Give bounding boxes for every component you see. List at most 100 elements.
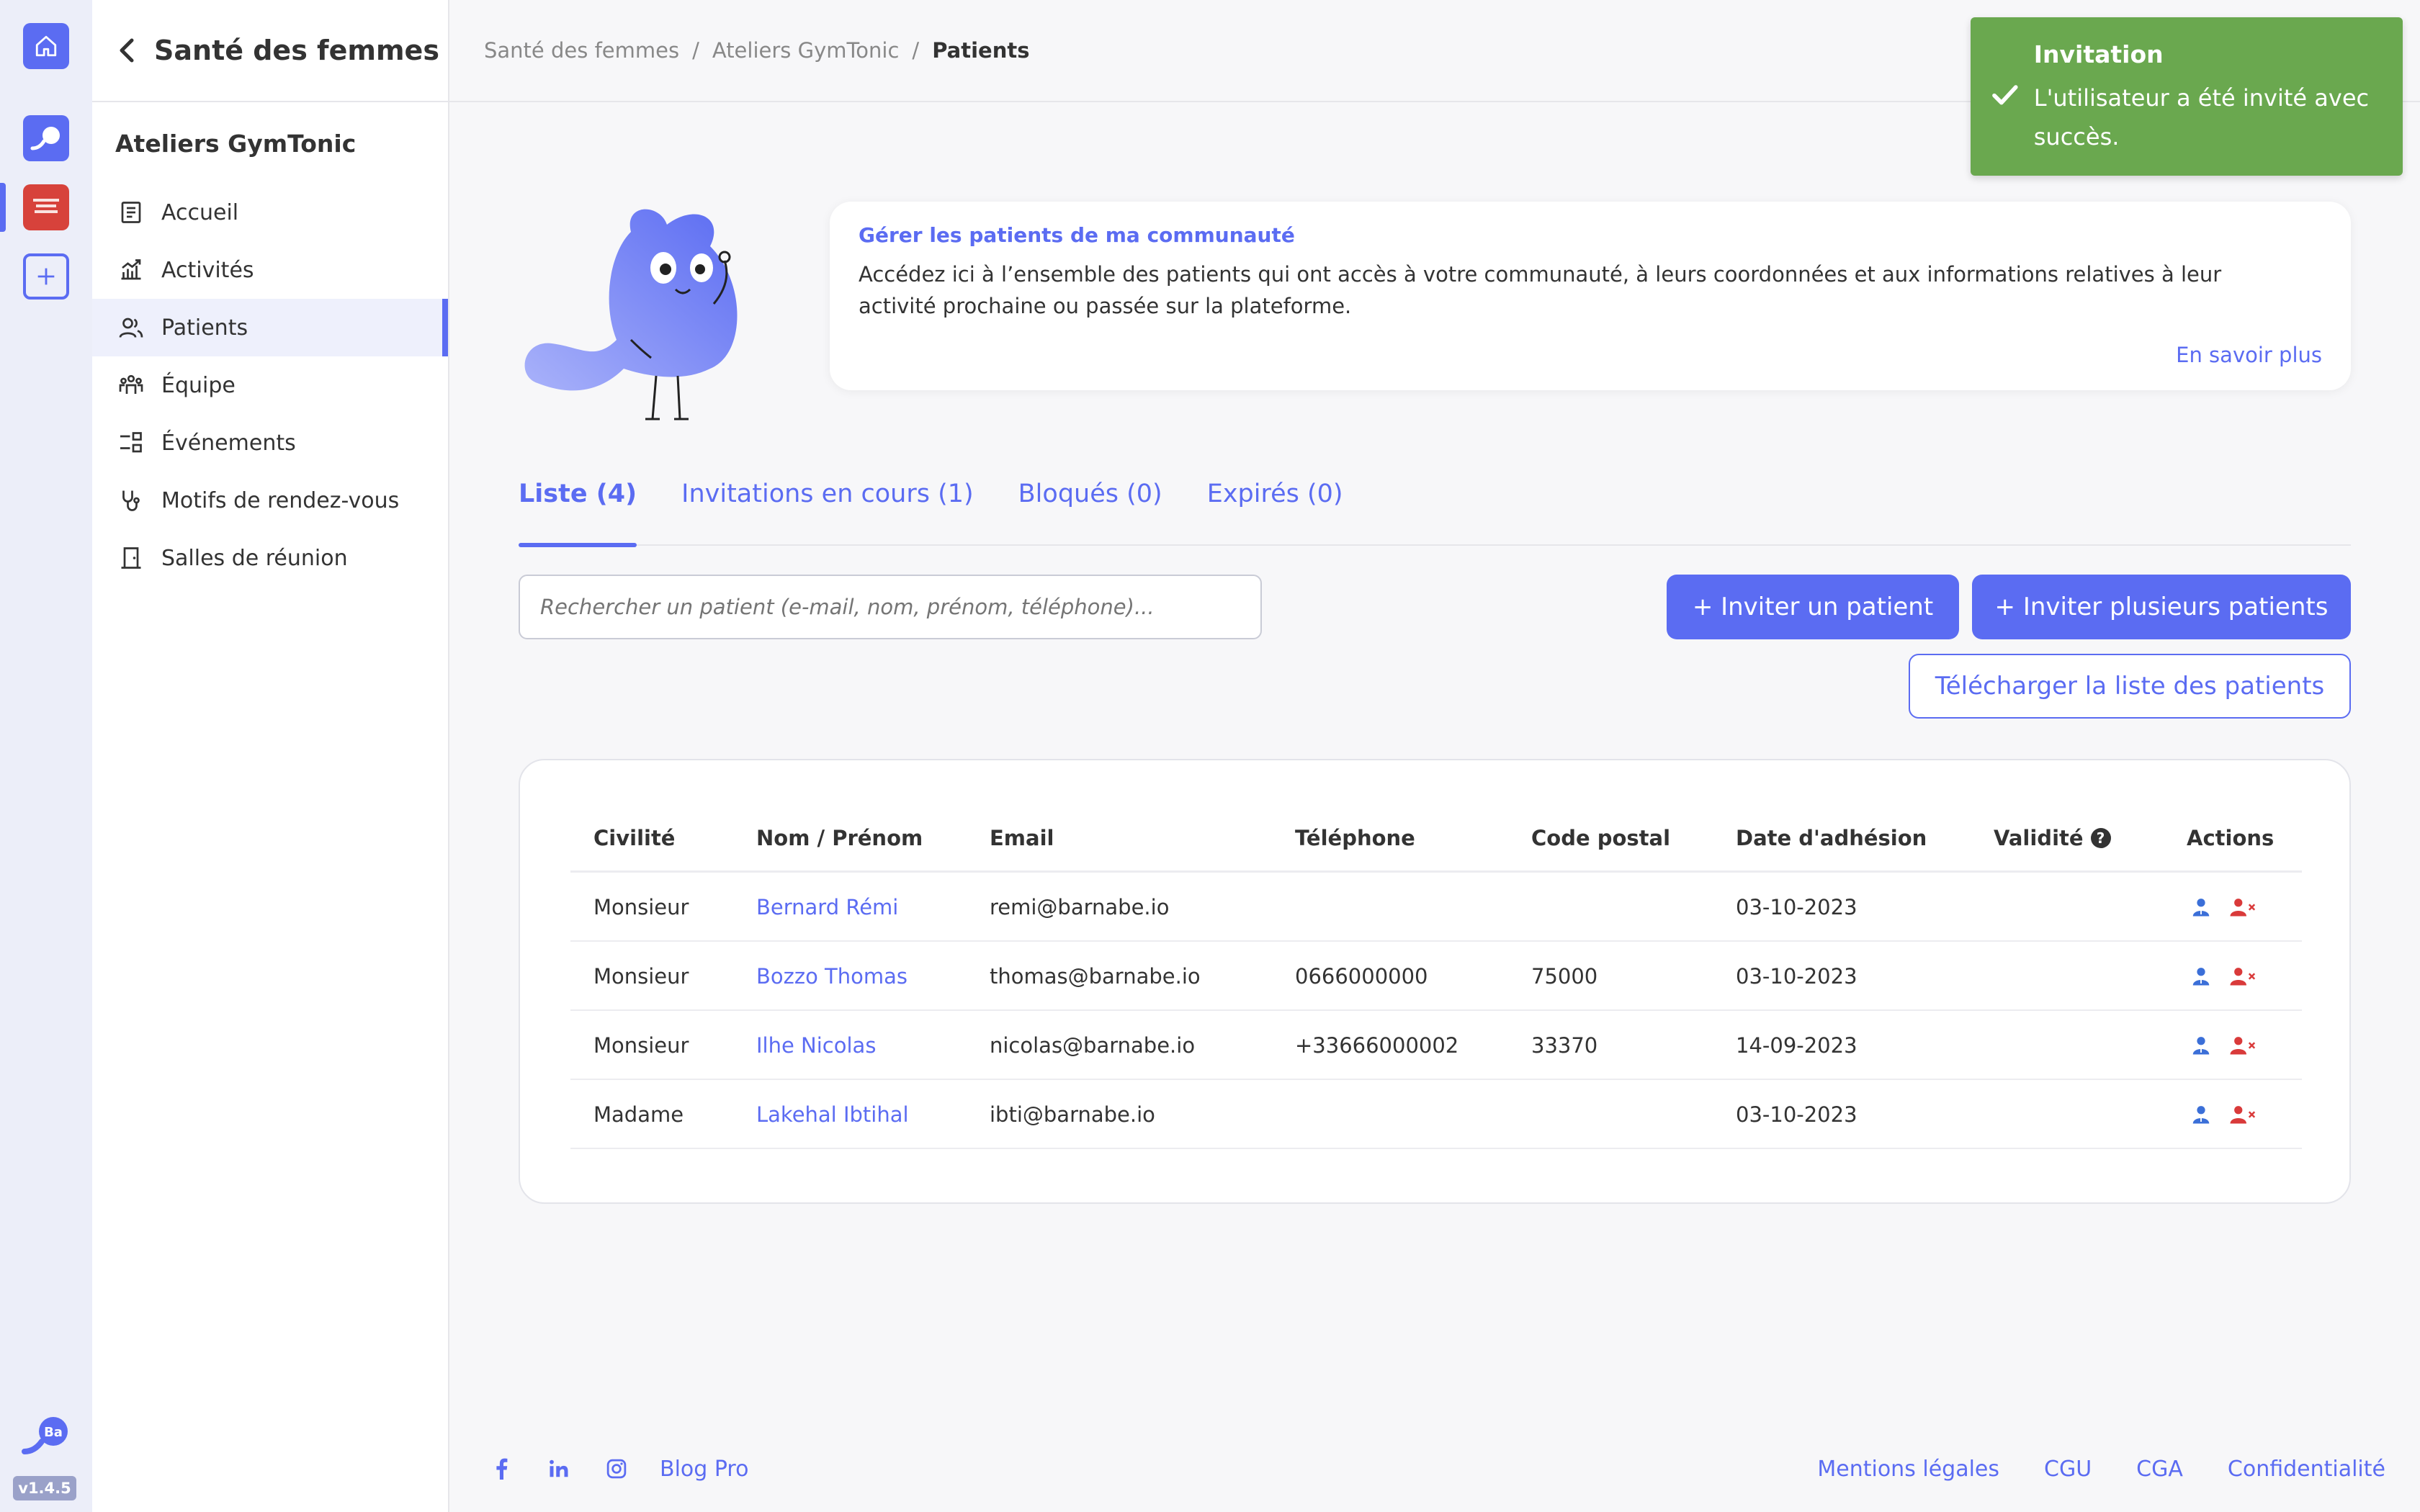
toast-title: Invitation — [2033, 40, 2164, 68]
breadcrumb-separator: / — [692, 38, 699, 63]
breadcrumb-item[interactable]: Ateliers GymTonic — [712, 38, 900, 63]
header-validite: Validité ? — [1994, 804, 2111, 873]
barnabe-logo-icon — [30, 127, 60, 150]
sidebar-section-title: Ateliers GymTonic — [115, 130, 357, 158]
header-nom[interactable]: Nom / Prénom — [756, 804, 923, 873]
invite-multiple-patients-button[interactable]: + Inviter plusieurs patients — [1972, 575, 2351, 639]
sidebar-item-label: Patients — [161, 315, 248, 341]
help-icon[interactable]: ? — [2090, 828, 2111, 848]
cga-link[interactable]: CGA — [2136, 1457, 2183, 1482]
cell-code-postal: 33370 — [1531, 1033, 1598, 1058]
breadcrumb-current: Patients — [932, 38, 1030, 63]
view-patient-icon[interactable] — [2187, 1100, 2215, 1129]
footer-links: Mentions légales CGU CGA Confidentialité — [1773, 1440, 2385, 1498]
chevron-left-icon — [120, 38, 134, 63]
header-civilite[interactable]: Civilité — [593, 804, 675, 873]
home-icon — [35, 35, 57, 57]
cell-civilite: Madame — [593, 1102, 684, 1127]
remove-patient-icon[interactable] — [2228, 893, 2257, 922]
download-patient-list-button[interactable]: Télécharger la liste des patients — [1909, 654, 2351, 719]
cell-email: thomas@barnabe.io — [990, 964, 1201, 989]
stethoscope-icon — [117, 486, 145, 515]
chart-icon — [117, 256, 145, 284]
blog-pro-link[interactable]: Blog Pro — [660, 1457, 748, 1482]
home-button[interactable] — [23, 23, 69, 69]
app-rail: Ba v1.4.5 — [0, 0, 92, 1512]
sidebar-item-activites[interactable]: Activités — [92, 241, 448, 299]
events-icon — [117, 428, 145, 457]
sidebar-item-motifs[interactable]: Motifs de rendez-vous — [92, 472, 448, 529]
patient-name-link[interactable]: Ilhe Nicolas — [756, 1011, 876, 1080]
cgu-link[interactable]: CGU — [2044, 1457, 2092, 1482]
tab-invitations[interactable]: Invitations en cours (1) — [681, 475, 974, 546]
info-text: Accédez ici à l’ensemble des patients qu… — [859, 262, 2222, 318]
barnabe-community-button[interactable] — [23, 115, 69, 161]
cell-date: 03-10-2023 — [1736, 1102, 1857, 1127]
patient-tabs: Liste (4) Invitations en cours (1) Bloqu… — [519, 475, 2351, 547]
sidebar-item-label: Événements — [161, 430, 296, 456]
view-patient-icon[interactable] — [2187, 893, 2215, 922]
sidebar-nav: Accueil Activités Patients Équipe Événem… — [92, 184, 448, 587]
remove-patient-icon[interactable] — [2228, 1031, 2257, 1060]
sante-des-femmes-community-button[interactable] — [23, 184, 69, 230]
tab-liste[interactable]: Liste (4) — [519, 475, 637, 547]
sidebar-item-salles[interactable]: Salles de réunion — [92, 529, 448, 587]
document-icon — [117, 198, 145, 227]
row-actions — [2187, 1080, 2270, 1149]
search-input[interactable] — [519, 575, 1262, 639]
breadcrumb-item[interactable]: Santé des femmes — [484, 38, 679, 63]
instagram-icon[interactable] — [602, 1454, 631, 1483]
team-icon — [117, 371, 145, 400]
cell-telephone: +33666000002 — [1295, 1033, 1459, 1058]
header-code-postal[interactable]: Code postal — [1531, 804, 1670, 873]
cell-date: 03-10-2023 — [1736, 964, 1857, 989]
door-icon — [117, 544, 145, 572]
table-row: Monsieur Bozzo Thomas thomas@barnabe.io … — [570, 942, 2302, 1011]
view-patient-icon[interactable] — [2187, 962, 2215, 991]
sidebar-item-label: Activités — [161, 257, 254, 283]
sidebar-item-label: Motifs de rendez-vous — [161, 487, 400, 513]
row-actions — [2187, 873, 2270, 942]
version-badge: v1.4.5 — [13, 1476, 76, 1500]
header-telephone[interactable]: Téléphone — [1295, 804, 1415, 873]
tab-expires[interactable]: Expirés (0) — [1207, 475, 1343, 546]
row-actions — [2187, 1011, 2270, 1080]
tab-bloques[interactable]: Bloqués (0) — [1018, 475, 1162, 546]
patient-name-link[interactable]: Bernard Rémi — [756, 873, 898, 942]
sidebar-item-label: Salles de réunion — [161, 545, 348, 571]
header-date[interactable]: Date d'adhésion — [1736, 804, 1927, 873]
success-toast[interactable]: Invitation L'utilisateur a été invité av… — [1971, 17, 2403, 176]
patient-name-link[interactable]: Lakehal Ibtihal — [756, 1080, 909, 1149]
plus-icon — [37, 268, 55, 285]
remove-patient-icon[interactable] — [2228, 962, 2257, 991]
sidebar: Santé des femmes Ateliers GymTonic Accue… — [92, 0, 449, 1512]
rail-logo-text: Ba — [44, 1425, 63, 1440]
breadcrumb-separator: / — [912, 38, 920, 63]
add-community-button[interactable] — [23, 253, 69, 300]
facebook-icon[interactable] — [487, 1454, 516, 1483]
sidebar-header: Santé des femmes — [92, 0, 448, 102]
invite-patient-button[interactable]: + Inviter un patient — [1667, 575, 1959, 639]
sidebar-item-label: Accueil — [161, 199, 239, 225]
rail-active-indicator — [0, 183, 6, 232]
info-title: Gérer les patients de ma communauté — [859, 223, 1295, 247]
header-validite-label: Validité — [1994, 826, 2084, 850]
sidebar-item-patients[interactable]: Patients — [92, 299, 448, 356]
cell-date: 14-09-2023 — [1736, 1033, 1857, 1058]
table-row: Monsieur Bernard Rémi remi@barnabe.io 03… — [570, 873, 2302, 942]
learn-more-link[interactable]: En savoir plus — [2176, 343, 2322, 367]
patient-name-link[interactable]: Bozzo Thomas — [756, 942, 908, 1011]
back-button[interactable] — [112, 36, 141, 65]
sidebar-item-accueil[interactable]: Accueil — [92, 184, 448, 241]
header-email[interactable]: Email — [990, 804, 1054, 873]
remove-patient-icon[interactable] — [2228, 1100, 2257, 1129]
linkedin-icon[interactable] — [544, 1454, 573, 1483]
confidentialite-link[interactable]: Confidentialité — [2228, 1457, 2385, 1482]
cell-civilite: Monsieur — [593, 1033, 689, 1058]
mentions-legales-link[interactable]: Mentions légales — [1817, 1457, 1999, 1482]
sidebar-item-equipe[interactable]: Équipe — [92, 356, 448, 414]
view-patient-icon[interactable] — [2187, 1031, 2215, 1060]
cell-email: remi@barnabe.io — [990, 895, 1170, 919]
cell-email: nicolas@barnabe.io — [990, 1033, 1196, 1058]
sidebar-item-evenements[interactable]: Événements — [92, 414, 448, 472]
